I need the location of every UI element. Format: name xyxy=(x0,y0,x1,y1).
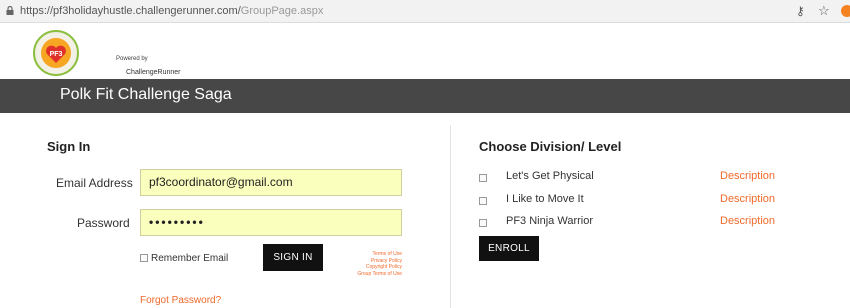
group-terms-link[interactable]: Group Terms of Use xyxy=(357,271,402,278)
remember-label: Remember Email xyxy=(151,253,229,264)
url-host: https://pf3holidayhustle.challengerunner… xyxy=(20,5,241,17)
division-name: PF3 Ninja Warrior xyxy=(506,215,593,227)
lock-icon xyxy=(6,6,14,15)
enroll-button[interactable]: ENROLL xyxy=(479,236,539,261)
column-divider xyxy=(450,125,451,308)
pf3-logo[interactable]: PF3 xyxy=(26,30,86,76)
page-title: Polk Fit Challenge Saga xyxy=(60,86,232,103)
title-bar: Polk Fit Challenge Saga xyxy=(0,79,850,113)
logo-text: PF3 xyxy=(50,51,63,58)
email-field[interactable]: pf3coordinator@gmail.com xyxy=(140,169,402,196)
legal-links: Terms of Use Privacy Policy Copyright Po… xyxy=(357,251,402,277)
bookmark-star-icon[interactable]: ☆ xyxy=(818,3,830,19)
division-checkbox[interactable] xyxy=(479,197,487,205)
powered-by-label: Powered by xyxy=(116,56,148,62)
forgot-password-link[interactable]: Forgot Password? xyxy=(140,295,221,306)
signin-button[interactable]: SIGN IN xyxy=(263,244,323,271)
division-name: Let's Get Physical xyxy=(506,170,594,182)
email-label: Email Address xyxy=(56,176,133,190)
division-name: I Like to Move It xyxy=(506,193,584,205)
division-checkbox[interactable] xyxy=(479,174,487,182)
division-checkbox[interactable] xyxy=(479,219,487,227)
extension-icon[interactable] xyxy=(841,5,850,17)
browser-address-bar[interactable]: https://pf3holidayhustle.challengerunner… xyxy=(0,0,850,23)
description-link[interactable]: Description xyxy=(720,215,775,227)
remember-email[interactable]: Remember Email xyxy=(140,253,228,264)
description-link[interactable]: Description xyxy=(720,170,775,182)
password-label: Password xyxy=(77,216,130,230)
division-heading: Choose Division/ Level xyxy=(479,139,622,154)
key-icon[interactable]: ⚷ xyxy=(796,4,805,18)
remember-checkbox[interactable] xyxy=(140,254,148,262)
division-item: Let's Get Physical Description xyxy=(479,170,779,186)
division-item: PF3 Ninja Warrior Description xyxy=(479,215,779,231)
signin-heading: Sign In xyxy=(47,139,91,154)
url-text[interactable]: https://pf3holidayhustle.challengerunner… xyxy=(20,5,323,17)
description-link[interactable]: Description xyxy=(720,193,775,205)
division-item: I Like to Move It Description xyxy=(479,193,779,209)
password-field[interactable]: ••••••••• xyxy=(140,209,402,236)
brand-name[interactable]: ChallengeRunner xyxy=(126,69,180,76)
url-path: GroupPage.aspx xyxy=(240,5,324,17)
